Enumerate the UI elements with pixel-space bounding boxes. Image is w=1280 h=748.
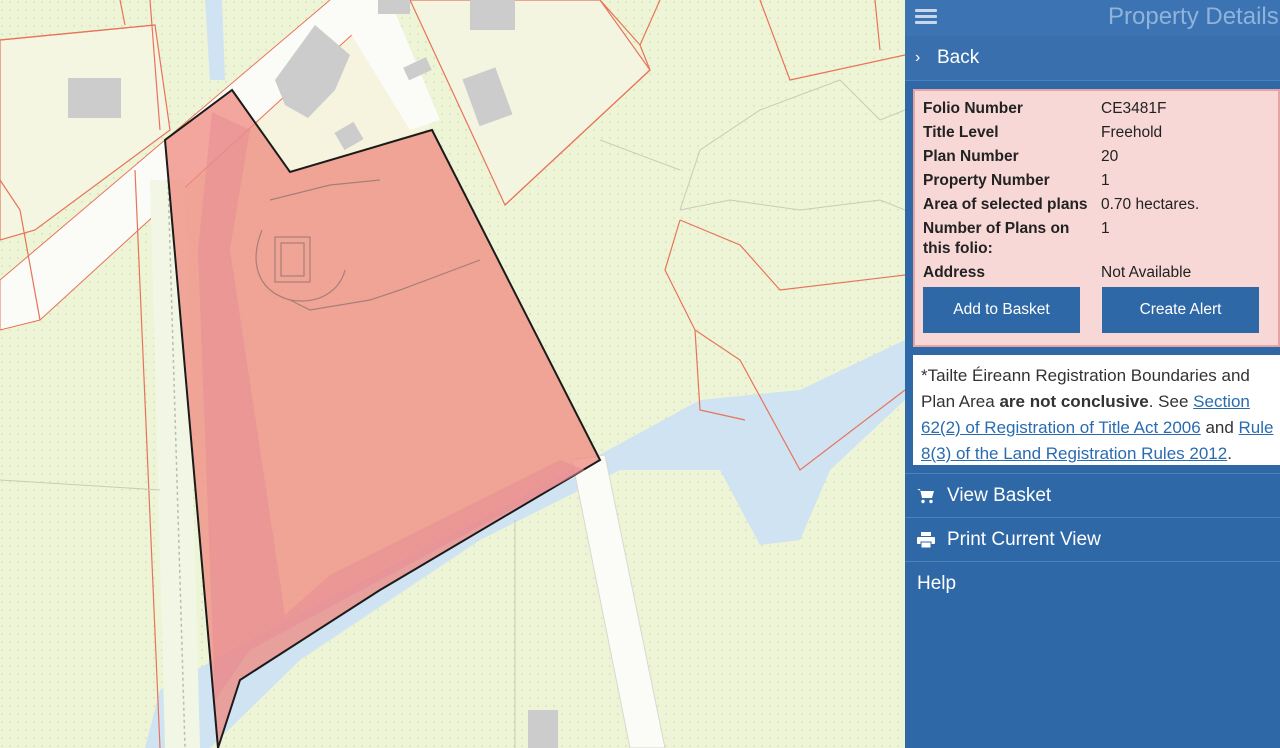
disclaimer-notice: *Tailte Éireann Registration Boundaries … <box>913 355 1280 465</box>
print-current-view-link[interactable]: Print Current View <box>905 517 1280 561</box>
panel-title: Property Details <box>1108 3 1279 30</box>
detail-value: Freehold <box>1101 124 1163 141</box>
shopping-cart-icon <box>917 488 947 504</box>
detail-label: Plan Number <box>923 148 1019 165</box>
detail-label: Number of Plans on this folio: <box>923 220 1070 257</box>
help-link[interactable]: Help <box>905 561 1280 605</box>
building <box>470 0 515 30</box>
building <box>528 710 558 748</box>
notice-text: . See <box>1148 392 1194 411</box>
chevron-right-icon: › <box>915 49 921 66</box>
detail-row: Area of selected plans 0.70 hectares. <box>923 195 1278 215</box>
printer-icon <box>917 531 947 548</box>
map-view[interactable] <box>0 0 905 748</box>
detail-value: Not Available <box>1101 264 1192 281</box>
detail-value: 1 <box>1101 172 1110 189</box>
back-button[interactable]: › Back <box>905 36 1280 81</box>
detail-label: Address <box>923 264 986 281</box>
help-label: Help <box>917 572 957 594</box>
detail-list: Folio Number CE3481F Title Level Freehold Pl… <box>923 99 1278 283</box>
back-label: Back <box>937 47 980 68</box>
hamburger-icon[interactable] <box>915 6 937 28</box>
detail-label: Property Number <box>923 172 1050 189</box>
panel-menu: View Basket Print Current View Help <box>905 473 1280 605</box>
view-basket-label: View Basket <box>947 484 1052 506</box>
detail-row: Address Not Available <box>923 263 1278 283</box>
property-details-card: Folio Number CE3481F Title Level Freehold Pl… <box>913 89 1280 347</box>
notice-text: and <box>1200 418 1239 437</box>
add-to-basket-button[interactable]: Add to Basket <box>923 287 1080 333</box>
detail-label: Title Level <box>923 124 999 141</box>
detail-value: CE3481F <box>1101 100 1167 117</box>
map-canvas[interactable] <box>0 0 905 748</box>
panel-header: Property Details <box>905 0 1280 36</box>
detail-row: Property Number 1 <box>923 171 1278 191</box>
print-current-view-label: Print Current View <box>947 528 1101 550</box>
create-alert-button[interactable]: Create Alert <box>1102 287 1259 333</box>
detail-row: Folio Number CE3481F <box>923 99 1278 119</box>
detail-value: 1 <box>1101 220 1110 237</box>
notice-text: . <box>1227 444 1232 463</box>
notice-emphasis: are not conclusive <box>999 392 1149 411</box>
view-basket-link[interactable]: View Basket <box>905 473 1280 517</box>
detail-label: Area of selected plans <box>923 196 1088 213</box>
detail-label: Folio Number <box>923 100 1023 117</box>
detail-value: 0.70 hectares. <box>1101 196 1200 213</box>
detail-value: 20 <box>1101 148 1119 165</box>
property-details-panel: Property Details › Back Folio Number CE34… <box>905 0 1280 748</box>
building <box>378 0 410 14</box>
detail-row: Title Level Freehold <box>923 123 1278 143</box>
building <box>68 78 121 118</box>
detail-row: Number of Plans on this folio: 1 <box>923 219 1278 259</box>
detail-row: Plan Number 20 <box>923 147 1278 167</box>
